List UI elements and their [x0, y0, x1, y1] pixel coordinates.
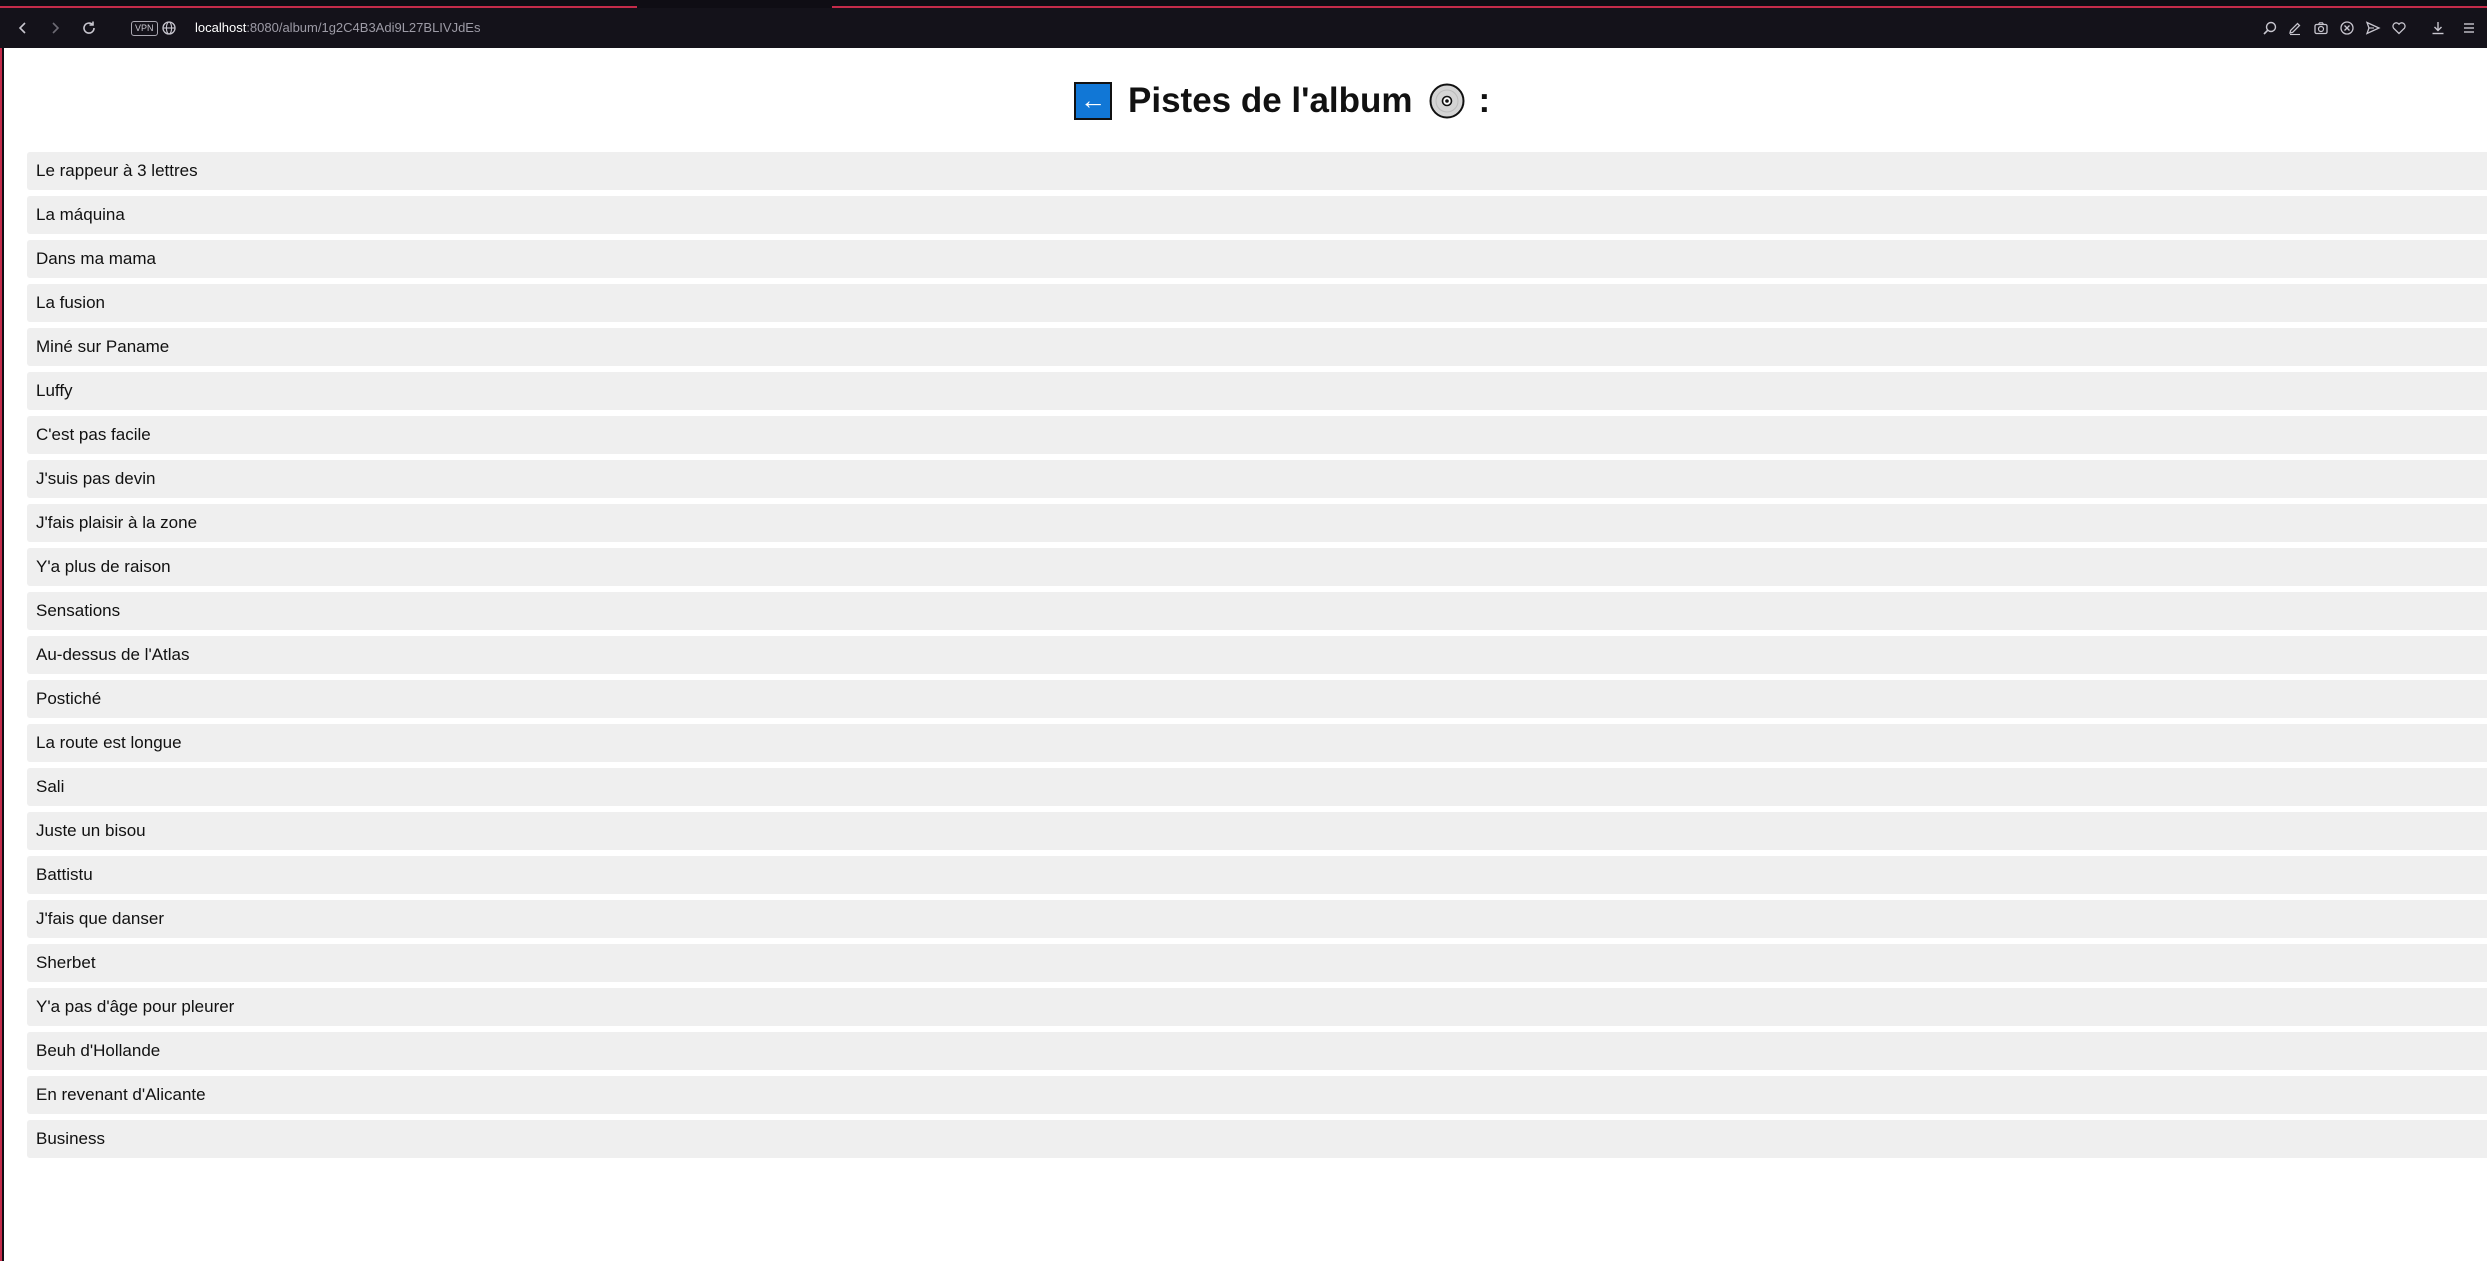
- track-item[interactable]: Battistu: [27, 856, 2487, 894]
- track-item[interactable]: Sensations: [27, 592, 2487, 630]
- download-icon[interactable]: [2428, 18, 2448, 38]
- title-colon: :: [1478, 81, 1491, 120]
- browser-toolbar: VPN localhost:8080/album/1g2C4B3Adi9L27B…: [0, 8, 2487, 48]
- adblock-icon[interactable]: [2337, 18, 2357, 38]
- tab-left[interactable]: [0, 0, 637, 8]
- edit-icon[interactable]: [2285, 18, 2305, 38]
- track-item[interactable]: J'fais que danser: [27, 900, 2487, 938]
- disc-icon: [1429, 83, 1465, 119]
- address-bar[interactable]: localhost:8080/album/1g2C4B3Adi9L27BLIVJ…: [195, 20, 480, 36]
- track-item[interactable]: Le rappeur à 3 lettres: [27, 152, 2487, 190]
- track-list: Le rappeur à 3 lettres La máquina Dans ma …: [27, 152, 2487, 1164]
- tab-strip: [0, 0, 2487, 8]
- track-item[interactable]: La route est longue: [27, 724, 2487, 762]
- url-path: :8080/album/1g2C4B3Adi9L27BLIVJdEs: [246, 20, 481, 35]
- track-item[interactable]: Sherbet: [27, 944, 2487, 982]
- page-heading: ← Pistes de l'album :: [4, 78, 2487, 124]
- track-item[interactable]: Au-dessus de l'Atlas: [27, 636, 2487, 674]
- globe-icon[interactable]: [161, 20, 177, 36]
- back-nav-icon[interactable]: [12, 17, 34, 39]
- track-item[interactable]: Miné sur Paname: [27, 328, 2487, 366]
- search-page-icon[interactable]: [2260, 18, 2280, 38]
- track-item[interactable]: Luffy: [27, 372, 2487, 410]
- track-item[interactable]: La máquina: [27, 196, 2487, 234]
- track-item[interactable]: C'est pas facile: [27, 416, 2487, 454]
- track-item[interactable]: En revenant d'Alicante: [27, 1076, 2487, 1114]
- track-item[interactable]: Y'a pas d'âge pour pleurer: [27, 988, 2487, 1026]
- track-item[interactable]: J'fais plaisir à la zone: [27, 504, 2487, 542]
- track-item[interactable]: Beuh d'Hollande: [27, 1032, 2487, 1070]
- reload-icon[interactable]: [78, 17, 100, 39]
- track-item[interactable]: La fusion: [27, 284, 2487, 322]
- heart-icon[interactable]: [2389, 18, 2409, 38]
- forward-nav-icon[interactable]: [44, 17, 66, 39]
- url-host: localhost: [195, 20, 247, 35]
- send-icon[interactable]: [2363, 18, 2383, 38]
- track-item[interactable]: Juste un bisou: [27, 812, 2487, 850]
- vpn-badge[interactable]: VPN: [131, 21, 158, 36]
- tab-right[interactable]: [832, 0, 2487, 8]
- track-item[interactable]: Postiché: [27, 680, 2487, 718]
- page-viewport: ← Pistes de l'album : Le rappeur à 3 let…: [4, 48, 2487, 1261]
- camera-icon[interactable]: [2311, 18, 2331, 38]
- back-button[interactable]: ←: [1074, 82, 1112, 120]
- page-title: Pistes de l'album: [1128, 81, 1413, 120]
- track-item[interactable]: Sali: [27, 768, 2487, 806]
- track-item[interactable]: J'suis pas devin: [27, 460, 2487, 498]
- track-item[interactable]: Dans ma mama: [27, 240, 2487, 278]
- menu-icon[interactable]: [2459, 18, 2479, 38]
- track-item[interactable]: Y'a plus de raison: [27, 548, 2487, 586]
- left-arrow-icon: ←: [1080, 84, 1106, 115]
- track-item[interactable]: Business: [27, 1120, 2487, 1158]
